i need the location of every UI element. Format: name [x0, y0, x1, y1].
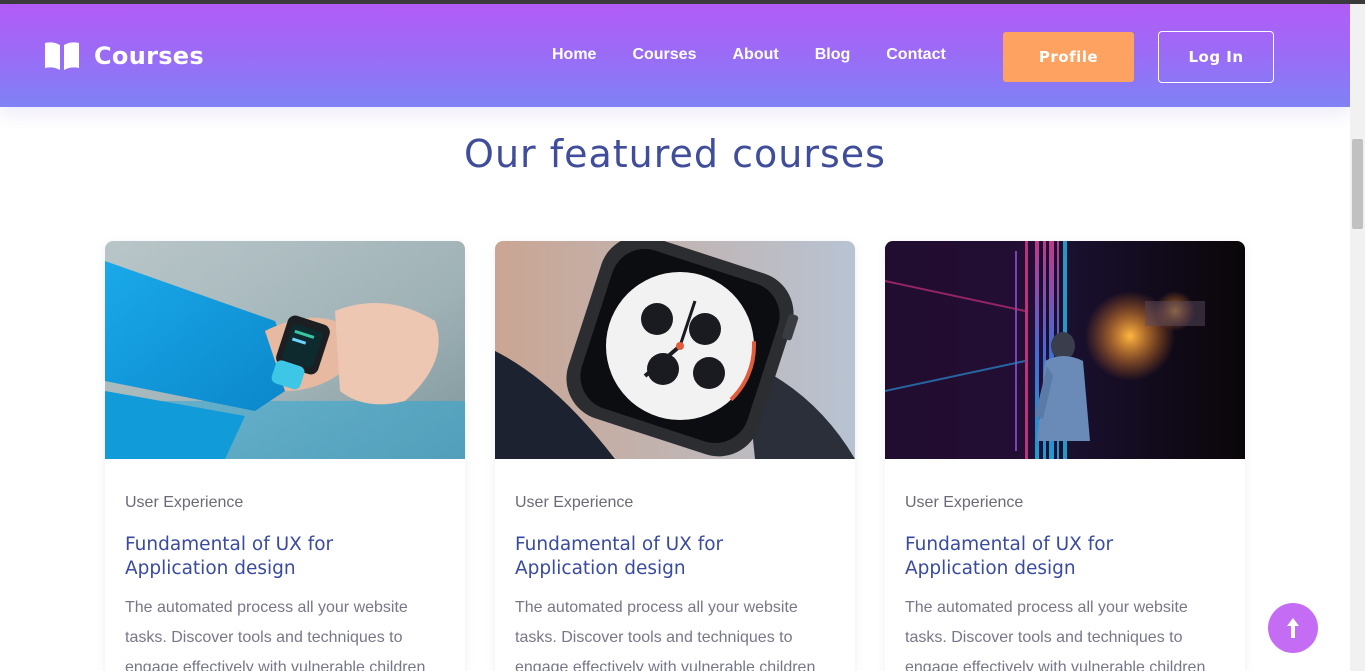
course-category: User Experience	[125, 494, 244, 511]
nav-link-blog[interactable]: Blog	[815, 46, 851, 64]
course-description: The automated process all your website t…	[905, 599, 1206, 671]
nav-link-home[interactable]: Home	[552, 46, 596, 64]
smartwatch-wrist-photo	[105, 241, 465, 459]
back-to-top-button[interactable]	[1268, 603, 1318, 653]
course-category: User Experience	[905, 494, 1024, 511]
neon-lights-person-photo	[885, 241, 1245, 459]
nav-link-courses[interactable]: Courses	[632, 46, 696, 64]
course-image-smartwatch-closeup[interactable]	[495, 241, 855, 459]
course-title[interactable]: Fundamental of UX for Application design	[905, 533, 1205, 581]
brand-logo[interactable]: Courses	[44, 39, 204, 73]
course-image-neon-lights[interactable]	[885, 241, 1245, 459]
course-description: The automated process all your website t…	[515, 599, 816, 671]
profile-button[interactable]: Profile	[1003, 32, 1134, 82]
course-card-body: User Experience Fundamental of UX for Ap…	[105, 459, 465, 671]
course-card[interactable]: User Experience Fundamental of UX for Ap…	[105, 241, 465, 671]
smartwatch-closeup-photo	[495, 241, 855, 459]
course-category: User Experience	[515, 494, 634, 511]
page-scrollbar[interactable]	[1350, 4, 1365, 671]
course-card-body: User Experience Fundamental of UX for Ap…	[495, 459, 855, 671]
section-title: Our featured courses	[464, 132, 886, 176]
course-card[interactable]: User Experience Fundamental of UX for Ap…	[495, 241, 855, 671]
course-image-smartwatch-wrist[interactable]	[105, 241, 465, 459]
nav-link-contact[interactable]: Contact	[886, 46, 946, 64]
course-card[interactable]: User Experience Fundamental of UX for Ap…	[885, 241, 1245, 671]
brand-name: Courses	[94, 42, 204, 70]
open-book-icon	[45, 42, 79, 70]
login-button[interactable]: Log In	[1158, 31, 1274, 83]
scrollbar-thumb[interactable]	[1352, 139, 1363, 229]
course-card-body: User Experience Fundamental of UX for Ap…	[885, 459, 1245, 671]
course-title[interactable]: Fundamental of UX for Application design	[515, 533, 815, 581]
course-title[interactable]: Fundamental of UX for Application design	[125, 533, 425, 581]
course-description: The automated process all your website t…	[125, 599, 426, 671]
navbar: Courses Home Courses About Blog Contact …	[0, 4, 1350, 107]
arrow-up-icon	[1287, 618, 1299, 638]
nav-link-about[interactable]: About	[732, 46, 778, 64]
main-nav: Home Courses About Blog Contact	[552, 46, 982, 64]
